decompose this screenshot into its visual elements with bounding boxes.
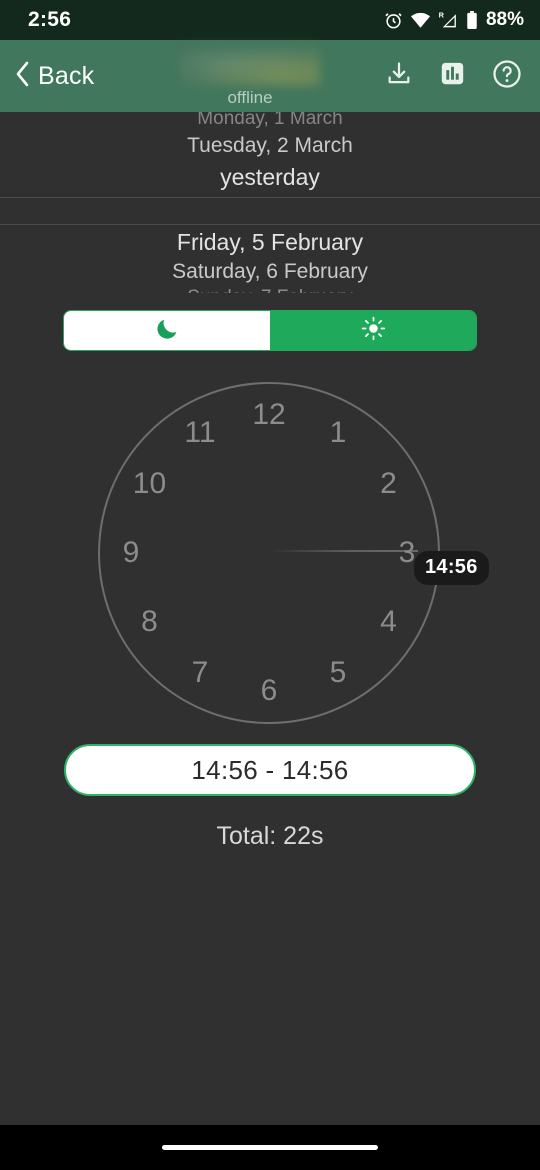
svg-text:R: R	[439, 11, 445, 20]
clock-number[interactable]: 6	[261, 674, 278, 708]
clock-hand	[270, 550, 418, 552]
date-picker-item[interactable]: Tuesday, 2 March	[0, 134, 540, 158]
date-picker-divider-band	[0, 197, 540, 225]
clock-number[interactable]: 3	[399, 536, 416, 570]
header-actions	[385, 59, 522, 94]
date-picker-item[interactable]: Monday, 1 March	[0, 112, 540, 130]
moon-icon	[155, 316, 180, 346]
clock-number[interactable]: 11	[184, 416, 215, 450]
bar-chart-icon[interactable]	[439, 60, 466, 92]
battery-icon	[466, 10, 478, 30]
wifi-icon	[410, 12, 431, 29]
clock-face-ring	[98, 382, 440, 724]
date-picker-item-selected[interactable]: Friday, 5 February	[0, 229, 540, 256]
status-bar-clock: 2:56	[28, 8, 72, 31]
selected-time-badge: 14:56	[414, 551, 489, 585]
total-duration-label: Total: 22s	[216, 822, 324, 850]
status-bar: 2:56 R 88%	[0, 0, 540, 40]
time-range-label: 14:56 - 14:56	[191, 754, 349, 785]
system-nav-bar	[0, 1125, 540, 1170]
alarm-icon	[384, 11, 403, 30]
status-bar-icons: R 88%	[384, 9, 524, 31]
download-icon[interactable]	[385, 60, 413, 93]
home-indicator[interactable]	[162, 1145, 378, 1150]
clock-number[interactable]: 4	[380, 605, 397, 639]
day-night-toggle[interactable]	[64, 311, 476, 350]
clock-number[interactable]: 12	[252, 398, 285, 432]
time-range-pill[interactable]: 14:56 - 14:56	[64, 744, 476, 796]
clock-number[interactable]: 2	[380, 467, 397, 501]
app-header: Back offline	[0, 40, 540, 112]
clock-number[interactable]: 8	[141, 605, 158, 639]
date-picker-item-selected[interactable]: yesterday	[0, 164, 540, 191]
date-picker-lower[interactable]: Friday, 5 February Saturday, 6 February …	[0, 225, 540, 293]
date-picker[interactable]: Monday, 1 March Tuesday, 2 March yesterd…	[0, 112, 540, 293]
date-picker-item[interactable]: Sunday, 7 February	[0, 287, 540, 293]
header-title-block: offline	[160, 46, 340, 108]
connection-status-label: offline	[227, 88, 273, 107]
battery-percent-label: 88%	[485, 9, 524, 30]
back-button-label: Back	[38, 61, 95, 90]
help-circle-icon[interactable]	[492, 59, 522, 94]
back-button[interactable]: Back	[14, 60, 94, 93]
signal-roaming-icon: R	[438, 11, 459, 29]
clock-number[interactable]: 9	[123, 536, 140, 570]
date-picker-upper[interactable]: Monday, 1 March Tuesday, 2 March yesterd…	[0, 112, 540, 197]
page-title-redacted	[180, 46, 320, 86]
clock-number[interactable]: 10	[133, 467, 166, 501]
date-picker-item[interactable]: Saturday, 6 February	[0, 260, 540, 284]
clock-number[interactable]: 1	[330, 416, 347, 450]
clock-number[interactable]: 7	[192, 656, 209, 690]
chevron-left-icon	[14, 60, 31, 93]
toggle-segment-night[interactable]	[64, 311, 270, 350]
sun-icon	[361, 316, 386, 346]
toggle-segment-day[interactable]	[270, 311, 476, 350]
clock-number[interactable]: 5	[330, 656, 347, 690]
